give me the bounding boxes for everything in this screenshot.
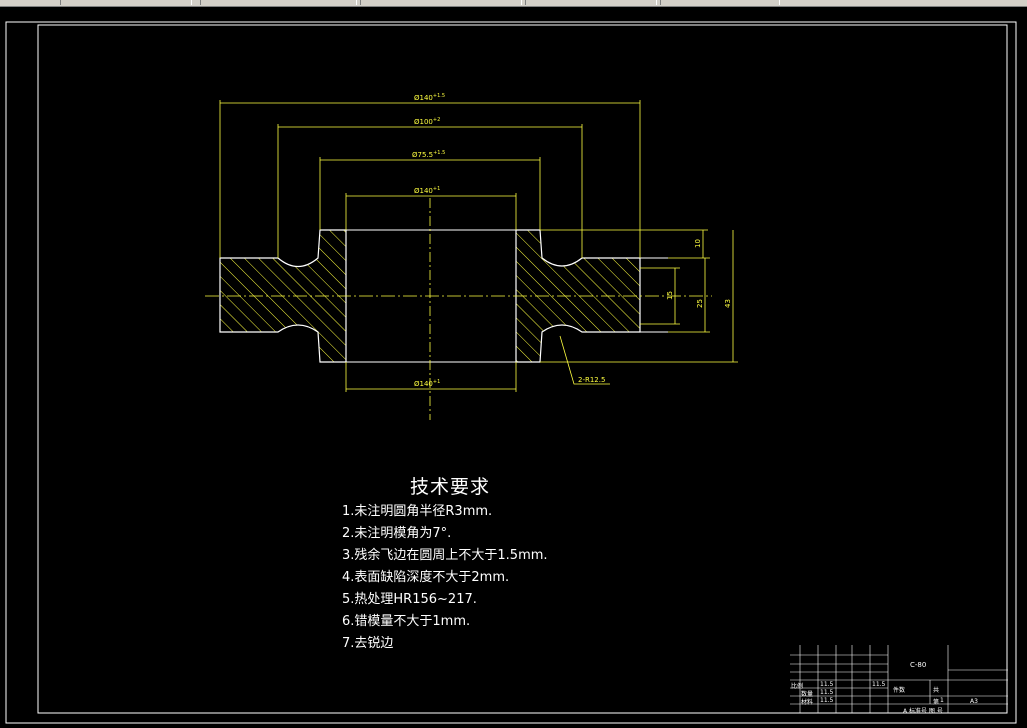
requirement-item: 3.残余飞边在圆周上不大于1.5mm. [342, 548, 548, 563]
title-block-cell: 共 [933, 687, 940, 694]
cad-drawing[interactable]: Ø140+1.5 Ø100+2 Ø75.5+1.5 Ø140+1 Ø140+1 … [0, 0, 1027, 728]
title-block-cell: 材料 [801, 699, 814, 706]
requirement-item: 5.热处理HR156~217. [342, 592, 477, 607]
title-block-cell: 件数 [893, 687, 906, 694]
requirement-item: 4.表面缺陷深度不大于2mm. [342, 570, 510, 585]
dim-label-d100: Ø100+2 [414, 117, 440, 126]
title-block-cell: 11.5 [820, 689, 834, 696]
title-block-cell: 11.5 [820, 697, 834, 704]
dim-label-v43: 43 [724, 299, 732, 308]
part-code: C-80 [910, 661, 927, 669]
dimension-v10[interactable] [540, 229, 708, 258]
dimension-v25[interactable] [668, 257, 710, 333]
title-block-cell: 11.5 [820, 681, 834, 688]
dim-label-v25: 25 [696, 299, 704, 308]
dim-label-v10: 10 [694, 239, 702, 248]
title-block-cell: 1 [940, 697, 944, 704]
sheet-size: A3 [970, 698, 978, 705]
requirement-item: 2.未注明模角为7°. [342, 526, 452, 541]
dim-label-d75: Ø75.5+1.5 [412, 150, 445, 159]
requirement-item: 1.未注明圆角半径R3mm. [342, 504, 493, 519]
dim-label-d140-inner: Ø140+1 [414, 186, 440, 195]
dim-label-radius: 2-R12.5 [578, 376, 605, 384]
dim-label-v15: 15 [666, 291, 674, 300]
title-block-cell: 第 [933, 699, 940, 706]
title-block-cell: 11.5 [872, 681, 886, 688]
dim-label-d140-top: Ø140+1.5 [414, 93, 445, 102]
requirement-item: 7.去锐边 [342, 636, 394, 651]
requirements-title: 技术要求 [410, 476, 491, 498]
inner-frame [37, 24, 1008, 714]
requirement-item: 6.错模量不大于1mm. [342, 614, 471, 629]
title-block-footer: A 标准号 图 号 [903, 708, 943, 715]
right-section-hatch [515, 229, 641, 363]
dimension-d140-inner[interactable] [345, 193, 517, 230]
dim-label-d140-bottom: Ø140+1 [414, 379, 440, 388]
